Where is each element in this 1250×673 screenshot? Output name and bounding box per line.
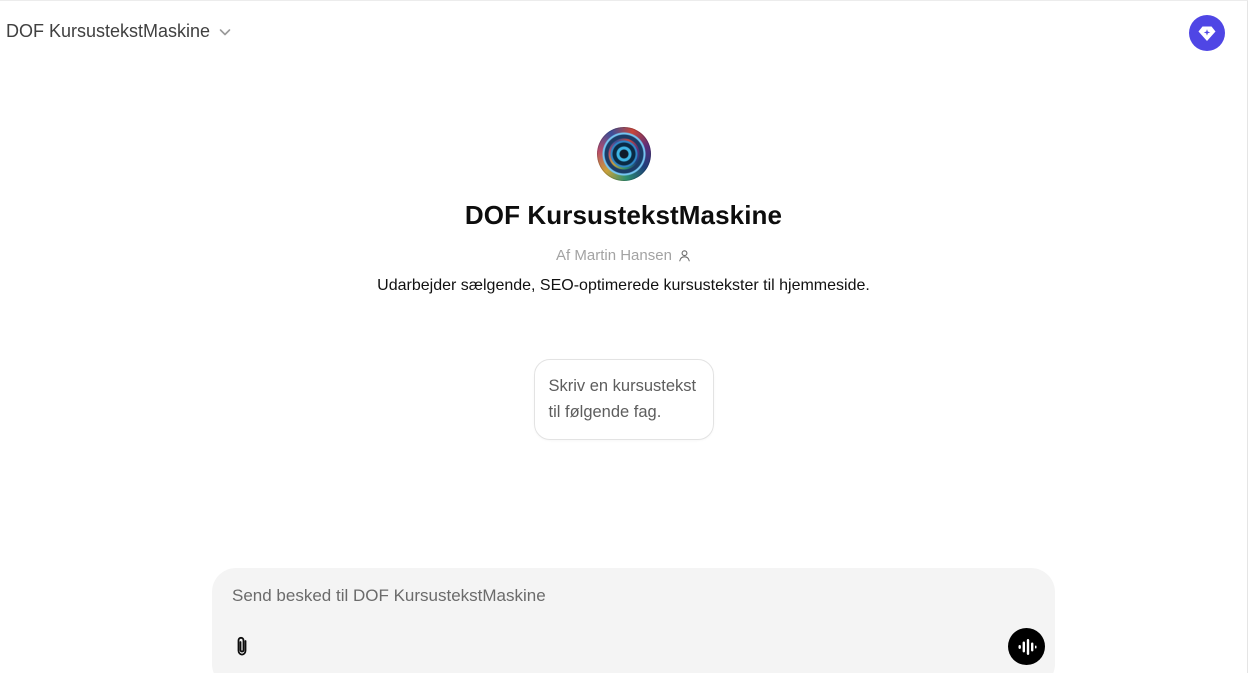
upgrade-button[interactable] <box>1189 15 1225 51</box>
diamond-sparkle-icon <box>1196 22 1218 44</box>
model-name: DOF KursustekstMaskine <box>6 21 211 41</box>
gpt-author[interactable]: Af Martin Hansen <box>556 247 691 264</box>
voice-waveform-icon <box>1017 638 1037 656</box>
gpt-intro: DOF KursustekstMaskine Af Martin Hansen … <box>0 127 1247 440</box>
message-composer <box>212 568 1055 673</box>
gpt-description: Udarbejder sælgende, SEO-optimerede kurs… <box>377 277 870 294</box>
model-switcher[interactable]: DOF KursustekstMaskine <box>6 21 232 42</box>
gpt-title: DOF KursustekstMaskine <box>464 200 783 230</box>
person-icon <box>678 249 691 262</box>
paperclip-icon <box>232 634 252 658</box>
voice-mode-button[interactable] <box>1008 628 1045 665</box>
message-input[interactable] <box>232 586 972 606</box>
attach-button[interactable] <box>230 634 254 658</box>
gpt-avatar-image <box>596 127 651 181</box>
chat-window: DOF KursustekstMaskine DOF KursustekstMa… <box>0 0 1248 673</box>
author-name: Af Martin Hansen <box>556 247 672 264</box>
chevron-down-icon <box>218 25 232 39</box>
conversation-starter-button[interactable]: Skriv en kursustekst til følgende fag. <box>533 359 714 440</box>
